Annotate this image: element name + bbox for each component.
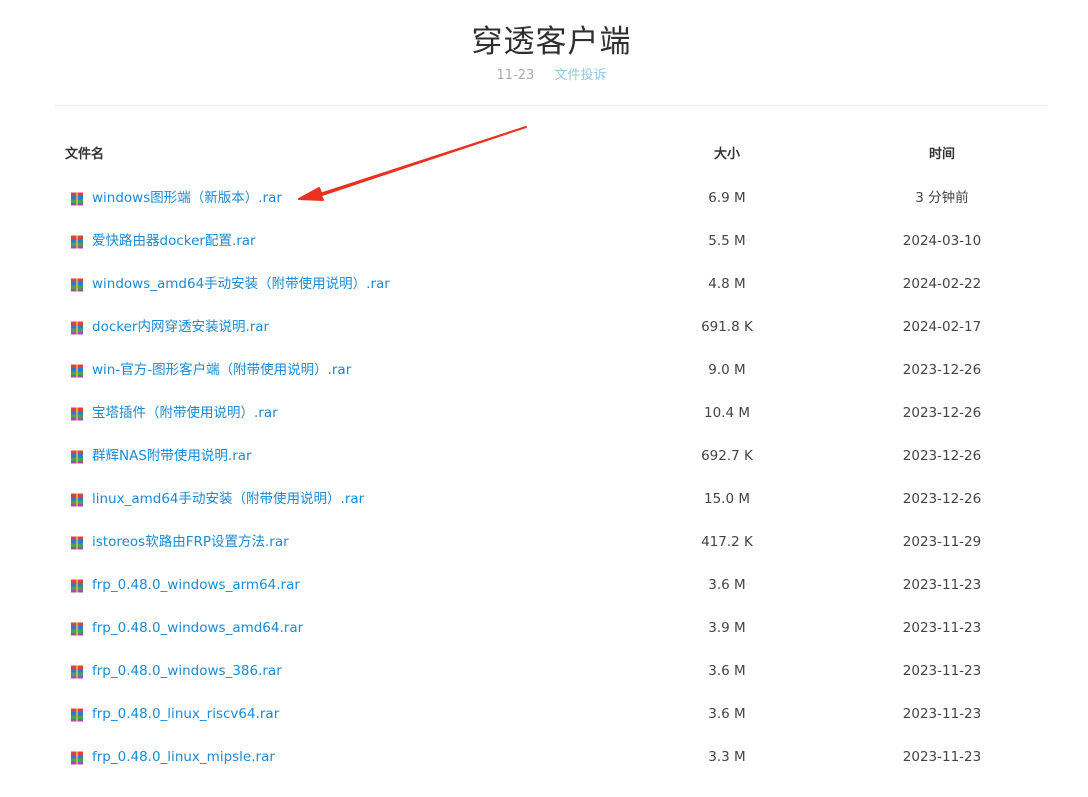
file-name-link[interactable]: windows图形端（新版本）.rar (92, 177, 282, 220)
rar-archive-icon (71, 235, 83, 249)
file-size: 3.6 M (708, 577, 746, 593)
page-meta: 11-23 文件投诉 (55, 66, 1048, 86)
column-header-size: 大小 (713, 147, 740, 162)
rar-archive-icon (71, 751, 83, 765)
rar-archive-icon (71, 622, 83, 636)
file-row[interactable]: frp_0.48.0_linux_mipsle.rar 3.3 M 2023-1… (0, 736, 1088, 779)
file-name-link[interactable]: frp_0.48.0_windows_amd64.rar (92, 607, 303, 650)
file-row[interactable]: frp_0.48.0_windows_arm64.rar 3.6 M 2023-… (0, 564, 1088, 607)
file-time: 2023-12-26 (902, 448, 982, 464)
rar-archive-icon (71, 364, 83, 378)
file-size: 3.6 M (708, 663, 746, 679)
column-header-time: 时间 (928, 147, 955, 162)
file-name-link[interactable]: istoreos软路由FRP设置方法.rar (92, 521, 289, 564)
column-header-name: 文件名 (65, 147, 105, 162)
file-size: 10.4 M (704, 405, 750, 421)
file-time: 2024-02-17 (902, 319, 982, 335)
file-row[interactable]: 爱快路由器docker配置.rar 5.5 M 2024-03-10 (0, 220, 1088, 263)
file-time: 2023-12-26 (902, 491, 982, 507)
file-size: 692.7 K (701, 448, 753, 464)
file-list: windows图形端（新版本）.rar 6.9 M 3 分钟前 爱快路由器doc… (0, 177, 1088, 779)
file-size: 691.8 K (701, 319, 753, 335)
rar-archive-icon (71, 536, 83, 550)
file-name-link[interactable]: win-官方-图形客户端（附带使用说明）.rar (92, 349, 351, 392)
rar-archive-icon (71, 579, 83, 593)
file-row[interactable]: frp_0.48.0_windows_amd64.rar 3.9 M 2023-… (0, 607, 1088, 650)
page-header: 穿透客户端 11-23 文件投诉 (55, 0, 1048, 106)
page-title: 穿透客户端 (471, 24, 632, 60)
report-file-link[interactable]: 文件投诉 (554, 68, 606, 83)
rar-archive-icon (71, 493, 83, 507)
file-row[interactable]: linux_amd64手动安装（附带使用说明）.rar 15.0 M 2023-… (0, 478, 1088, 521)
file-table-header: 文件名 大小 时间 (0, 144, 1088, 166)
file-name-link[interactable]: frp_0.48.0_linux_mipsle.rar (92, 736, 275, 779)
file-row[interactable]: frp_0.48.0_linux_riscv64.rar 3.6 M 2023-… (0, 693, 1088, 736)
file-size: 3.9 M (708, 620, 746, 636)
file-name-link[interactable]: frp_0.48.0_linux_riscv64.rar (92, 693, 279, 736)
file-row[interactable]: istoreos软路由FRP设置方法.rar 417.2 K 2023-11-2… (0, 521, 1088, 564)
file-size: 6.9 M (708, 190, 746, 206)
rar-archive-icon (71, 665, 83, 679)
file-time: 2023-11-23 (902, 749, 982, 765)
share-date: 11-23 (496, 68, 535, 83)
file-time: 2023-11-29 (902, 534, 982, 550)
file-time: 2023-11-23 (902, 577, 982, 593)
file-name-link[interactable]: 宝塔插件（附带使用说明）.rar (92, 392, 278, 435)
rar-archive-icon (71, 192, 83, 206)
rar-archive-icon (71, 450, 83, 464)
rar-archive-icon (71, 278, 83, 292)
file-size: 4.8 M (708, 276, 746, 292)
file-name-link[interactable]: frp_0.48.0_windows_arm64.rar (92, 564, 300, 607)
file-size: 5.5 M (708, 233, 746, 249)
file-name-link[interactable]: 爱快路由器docker配置.rar (92, 220, 256, 263)
file-row[interactable]: 宝塔插件（附带使用说明）.rar 10.4 M 2023-12-26 (0, 392, 1088, 435)
file-name-link[interactable]: windows_amd64手动安装（附带使用说明）.rar (92, 263, 390, 306)
file-time: 2023-11-23 (902, 706, 982, 722)
file-size: 3.3 M (708, 749, 746, 765)
file-time: 2024-02-22 (902, 276, 982, 292)
file-name-link[interactable]: 群辉NAS附带使用说明.rar (92, 435, 252, 478)
file-size: 417.2 K (701, 534, 753, 550)
file-row[interactable]: win-官方-图形客户端（附带使用说明）.rar 9.0 M 2023-12-2… (0, 349, 1088, 392)
file-name-link[interactable]: linux_amd64手动安装（附带使用说明）.rar (92, 478, 364, 521)
rar-archive-icon (71, 708, 83, 722)
file-time: 2023-11-23 (902, 620, 982, 636)
file-share-page: 穿透客户端 11-23 文件投诉 文件名 大小 时间 windows图形端（新版… (0, 0, 1088, 797)
file-time: 2023-12-26 (902, 362, 982, 378)
file-name-link[interactable]: docker内网穿透安装说明.rar (92, 306, 269, 349)
rar-archive-icon (71, 407, 83, 421)
rar-archive-icon (71, 321, 83, 335)
file-row[interactable]: docker内网穿透安装说明.rar 691.8 K 2024-02-17 (0, 306, 1088, 349)
file-time: 3 分钟前 (915, 190, 969, 206)
file-size: 9.0 M (708, 362, 746, 378)
file-time: 2023-11-23 (902, 663, 982, 679)
file-row[interactable]: windows_amd64手动安装（附带使用说明）.rar 4.8 M 2024… (0, 263, 1088, 306)
file-time: 2024-03-10 (902, 233, 982, 249)
file-row[interactable]: windows图形端（新版本）.rar 6.9 M 3 分钟前 (0, 177, 1088, 220)
file-size: 15.0 M (704, 491, 750, 507)
file-time: 2023-12-26 (902, 405, 982, 421)
file-size: 3.6 M (708, 706, 746, 722)
file-row[interactable]: 群辉NAS附带使用说明.rar 692.7 K 2023-12-26 (0, 435, 1088, 478)
file-name-link[interactable]: frp_0.48.0_windows_386.rar (92, 650, 282, 693)
file-row[interactable]: frp_0.48.0_windows_386.rar 3.6 M 2023-11… (0, 650, 1088, 693)
